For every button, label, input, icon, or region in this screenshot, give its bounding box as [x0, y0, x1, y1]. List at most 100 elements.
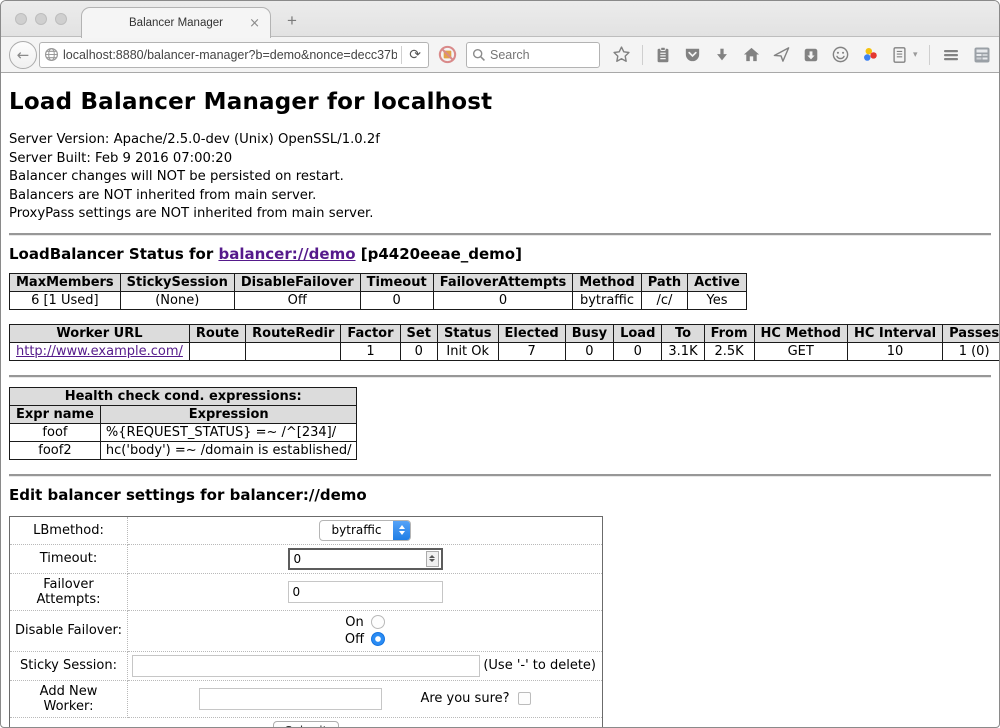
balancer-demo-link[interactable]: balancer://demo [218, 245, 355, 263]
cell-expr-name: foof [10, 423, 101, 441]
url-bar[interactable]: ⟳ [39, 42, 429, 68]
submit-button[interactable]: Submit [273, 721, 340, 728]
feedback-smiley-icon[interactable] [831, 45, 850, 64]
lbmethod-selected-value: bytraffic [320, 523, 394, 537]
send-icon[interactable] [772, 45, 791, 64]
tab-title: Balancer Manager [129, 17, 223, 29]
cell-method: bytraffic [573, 291, 641, 309]
server-version-line: Server Version: Apache/2.5.0-dev (Unix) … [9, 131, 991, 150]
persist-note-line: Balancer changes will NOT be persisted o… [9, 168, 991, 187]
health-table-title: Health check cond. expressions: [10, 387, 357, 405]
window-zoom-button[interactable] [55, 13, 67, 25]
urlbar-divider [401, 46, 402, 64]
are-you-sure-label: Are you sure? [420, 691, 509, 706]
timeout-input[interactable] [294, 552, 426, 566]
cell-passes: 1 (0) [943, 342, 999, 360]
home-icon[interactable] [742, 45, 761, 64]
col-passes: Passes [943, 324, 999, 342]
cell-maxmembers: 6 [1 Used] [10, 291, 121, 309]
server-info: Server Version: Apache/2.5.0-dev (Unix) … [9, 131, 991, 224]
col-hc-interval: HC Interval [847, 324, 942, 342]
browser-window: Balancer Manager × + ← ⟳ [0, 0, 1000, 728]
sticky-session-input[interactable] [132, 655, 480, 677]
col-worker-url: Worker URL [10, 324, 190, 342]
bookmark-star-icon[interactable] [612, 45, 631, 64]
search-icon [472, 48, 486, 62]
col-disablefailover: DisableFailover [234, 273, 360, 291]
sticky-session-note: (Use '-' to delete) [483, 658, 596, 673]
tab-balancer-manager[interactable]: Balancer Manager × [81, 7, 271, 38]
cell-expression: %{REQUEST_STATUS} =~ /^[234]/ [100, 423, 357, 441]
window-controls [15, 13, 67, 25]
col-stickysession: StickySession [120, 273, 234, 291]
chevron-down-icon[interactable]: ▾ [913, 50, 918, 60]
reading-list-icon[interactable] [654, 46, 672, 64]
radio-on-label: On [345, 614, 363, 631]
cell-timeout: 0 [360, 291, 433, 309]
col-set: Set [400, 324, 437, 342]
colored-dots-extension-icon[interactable] [861, 45, 880, 64]
cell-expr-name: foof2 [10, 441, 101, 459]
col-failoverattempts: FailoverAttempts [433, 273, 573, 291]
failover-attempts-input[interactable] [288, 581, 443, 603]
col-factor: Factor [341, 324, 400, 342]
add-worker-label: Add New Worker: [10, 680, 128, 717]
menu-hamburger-icon[interactable] [941, 45, 961, 65]
failover-off-radio[interactable] [371, 632, 385, 646]
cell-active: Yes [688, 291, 747, 309]
lbmethod-select[interactable]: bytraffic [319, 520, 412, 541]
disable-failover-row: Disable Failover: On Off [10, 610, 603, 651]
balancer-header-row: MaxMembers StickySession DisableFailover… [10, 273, 747, 291]
failover-on-radio[interactable] [371, 615, 385, 629]
search-input[interactable] [490, 48, 580, 62]
worker-url-link[interactable]: http://www.example.com/ [16, 344, 183, 359]
download-icon[interactable] [713, 46, 731, 64]
lbmethod-row: LBmethod: bytraffic [10, 516, 603, 544]
health-header-row: Expr name Expression [10, 405, 357, 423]
col-path: Path [641, 273, 687, 291]
navigation-toolbar: ← ⟳ [1, 37, 999, 73]
submit-row: Submit [10, 717, 603, 728]
cell-load: 0 [614, 342, 662, 360]
content-blocker-extension-icon[interactable] [437, 44, 458, 65]
timeout-label: Timeout: [10, 544, 128, 573]
worker-status-table: Worker URL Route RouteRedir Factor Set S… [9, 324, 999, 361]
back-button[interactable]: ← [9, 41, 37, 69]
url-input[interactable] [63, 48, 397, 62]
window-close-button[interactable] [15, 13, 27, 25]
pocket-icon[interactable] [683, 45, 702, 64]
cell-hc-method: GET [754, 342, 847, 360]
cell-stickysession: (None) [120, 291, 234, 309]
lbmethod-label: LBmethod: [10, 516, 128, 544]
page-content: Load Balancer Manager for localhost Serv… [1, 73, 999, 728]
edit-balancer-heading: Edit balancer settings for balancer://de… [9, 486, 991, 504]
col-active: Active [688, 273, 747, 291]
add-worker-input[interactable] [199, 688, 382, 710]
cell-factor: 1 [341, 342, 400, 360]
screenshot-grid-extension-icon[interactable] [972, 45, 992, 65]
cell-set: 0 [400, 342, 437, 360]
search-bar[interactable] [466, 42, 600, 68]
are-you-sure-checkbox[interactable] [518, 692, 531, 705]
col-to: To [662, 324, 704, 342]
failover-attempts-label: Failover Attempts: [10, 573, 128, 610]
divider [9, 375, 991, 378]
cell-busy: 0 [565, 342, 613, 360]
cell-worker-url: http://www.example.com/ [10, 342, 190, 360]
window-minimize-button[interactable] [35, 13, 47, 25]
cell-expression: hc('body') =~ /domain is established/ [100, 441, 357, 459]
col-routeredir: RouteRedir [246, 324, 341, 342]
tab-close-icon[interactable]: × [249, 16, 260, 31]
status-heading-suffix: [p4420eeae_demo] [356, 245, 522, 263]
new-tab-button[interactable]: + [287, 11, 297, 31]
edit-balancer-form: LBmethod: bytraffic Timeout: [9, 516, 603, 728]
cell-to: 3.1K [662, 342, 704, 360]
health-check-table: Health check cond. expressions: Expr nam… [9, 387, 357, 460]
page-action-icon[interactable] [802, 46, 820, 64]
notes-sidebar-icon[interactable] [891, 46, 908, 64]
number-spinner-icon[interactable] [426, 551, 439, 567]
divider [9, 233, 991, 236]
reload-icon[interactable]: ⟳ [406, 47, 424, 63]
sticky-session-label: Sticky Session: [10, 651, 128, 680]
timeout-row: Timeout: [10, 544, 603, 573]
